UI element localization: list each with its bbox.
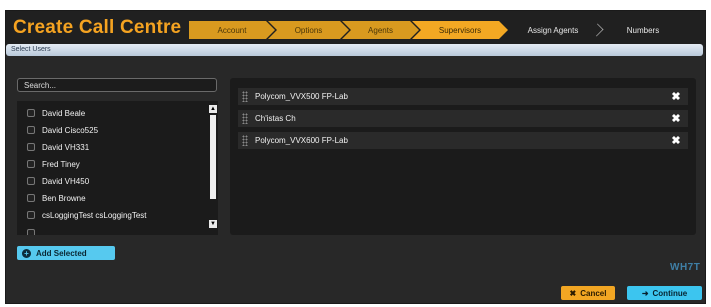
continue-button[interactable]: ➜ Continue: [627, 286, 702, 300]
user-list: David Beale David Cisco525 David VH331 F…: [17, 101, 218, 235]
wizard-steps: Account Options Agents Supervisors Assig…: [189, 21, 681, 39]
arrow-right-icon: ➜: [641, 288, 649, 298]
list-item[interactable]: David VH331: [17, 139, 202, 155]
step-label: Options: [294, 25, 323, 35]
selected-user-name: Ch'istas Ch: [255, 114, 296, 123]
cancel-button[interactable]: ✖ Cancel: [561, 286, 615, 300]
selected-users-panel: Polycom_VVX500 FP-Lab ✖ Ch'istas Ch ✖ Po…: [230, 78, 696, 235]
cancel-label: Cancel: [580, 288, 607, 298]
step-label: Agents: [368, 25, 393, 35]
chevron-right-icon: [591, 24, 604, 37]
scrollbar[interactable]: ▲ ▼: [208, 101, 218, 235]
checkbox[interactable]: [27, 160, 35, 168]
checkbox[interactable]: [27, 229, 35, 235]
step-label: Numbers: [626, 25, 660, 35]
step-account[interactable]: Account: [189, 21, 275, 39]
step-assign-agents[interactable]: Assign Agents: [501, 21, 605, 39]
step-label: Account: [217, 25, 247, 35]
list-item[interactable]: csLoggingTest csLoggingTest: [17, 207, 202, 223]
section-header: Select Users: [6, 44, 703, 56]
selected-user-name: Polycom_VVX600 FP-Lab: [255, 136, 348, 145]
user-name: David Cisco525: [42, 125, 99, 135]
wizard-header: Create Call Centre Account Options Agent…: [6, 11, 705, 47]
step-label: Assign Agents: [527, 25, 579, 35]
user-name: David VH331: [42, 142, 90, 152]
checkbox[interactable]: [27, 143, 35, 151]
add-selected-button[interactable]: + Add Selected: [17, 246, 115, 260]
selected-user-row[interactable]: Polycom_VVX500 FP-Lab ✖: [238, 88, 688, 105]
step-label: Supervisors: [438, 25, 482, 35]
checkbox[interactable]: [27, 177, 35, 185]
cancel-x-icon: ✖: [569, 288, 577, 298]
close-icon[interactable]: ✖: [669, 113, 683, 125]
user-name: csLoggingTest csLoggingTest: [42, 210, 147, 220]
list-item[interactable]: David VH450: [17, 173, 202, 189]
step-agents[interactable]: Agents: [342, 21, 419, 39]
scroll-down-arrow-icon[interactable]: ▼: [209, 220, 217, 228]
scroll-thumb[interactable]: [210, 115, 216, 199]
user-name: David VH450: [42, 176, 90, 186]
continue-label: Continue: [652, 288, 688, 298]
list-item[interactable]: Fred Tiney: [17, 156, 202, 172]
user-name: David Beale: [42, 108, 86, 118]
list-item[interactable]: .... ....: [17, 225, 202, 235]
selected-user-name: Polycom_VVX500 FP-Lab: [255, 92, 348, 101]
list-item[interactable]: David Beale: [17, 105, 202, 121]
drag-handle-icon[interactable]: [242, 91, 248, 102]
checkbox[interactable]: [27, 109, 35, 117]
checkbox[interactable]: [27, 194, 35, 202]
section-title: Select Users: [11, 46, 51, 53]
scroll-up-arrow-icon[interactable]: ▲: [209, 105, 217, 113]
search-input[interactable]: Search...: [17, 78, 217, 92]
step-numbers[interactable]: Numbers: [598, 21, 688, 39]
close-icon[interactable]: ✖: [669, 135, 683, 147]
plus-icon: +: [22, 248, 31, 258]
page-title: Create Call Centre: [13, 17, 182, 38]
selected-user-row[interactable]: Polycom_VVX600 FP-Lab ✖: [238, 132, 688, 149]
drag-handle-icon[interactable]: [242, 135, 248, 146]
checkbox[interactable]: [27, 126, 35, 134]
list-item[interactable]: Ben Browne: [17, 190, 202, 206]
list-item[interactable]: David Cisco525: [17, 122, 202, 138]
checkbox[interactable]: [27, 211, 35, 219]
selected-user-row[interactable]: Ch'istas Ch ✖: [238, 110, 688, 127]
step-supervisors[interactable]: Supervisors: [412, 21, 508, 39]
step-options[interactable]: Options: [268, 21, 349, 39]
user-name: Fred Tiney: [42, 159, 80, 169]
user-name: Ben Browne: [42, 193, 86, 203]
wh7t-logo: WH7T: [670, 262, 701, 273]
close-icon[interactable]: ✖: [669, 91, 683, 103]
drag-handle-icon[interactable]: [242, 113, 248, 124]
user-name: .... ....: [42, 228, 63, 236]
add-selected-label: Add Selected: [36, 248, 87, 258]
